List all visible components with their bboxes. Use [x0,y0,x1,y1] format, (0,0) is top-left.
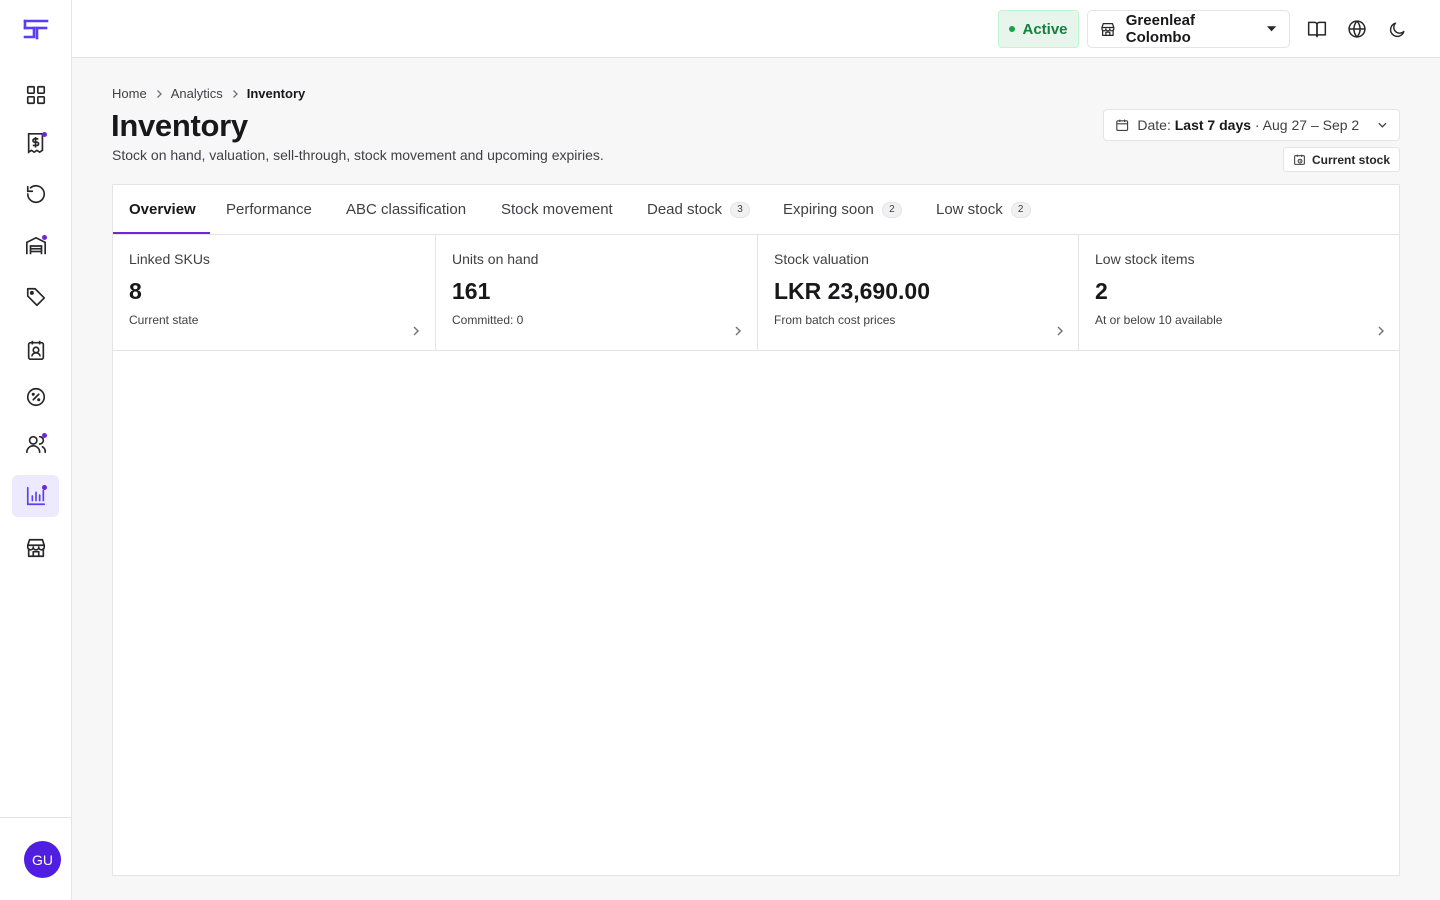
sidebar: GU [0,0,72,900]
sidebar-item-inventory[interactable] [12,225,59,267]
sidebar-item-sales[interactable] [12,122,59,164]
tab-dead-stock[interactable]: Dead stock 3 [647,185,751,234]
date-range-dates: · Aug 27 – Sep 2 [1254,117,1360,133]
sidebar-item-dashboard[interactable] [12,74,59,116]
store-icon [26,538,45,558]
sidebar-item-customers[interactable] [12,423,59,465]
store-selector[interactable]: Greenleaf Colombo [1087,10,1290,48]
theme-toggle[interactable] [1385,17,1409,41]
tab-count-badge: 2 [881,201,902,218]
contact-icon [27,340,44,360]
date-range-picker[interactable]: Date: Last 7 days · Aug 27 – Sep 2 [1103,109,1400,141]
status-badge: Active [998,10,1079,48]
tab-abc-classification[interactable]: ABC classification [346,185,466,234]
calendar-icon [1116,119,1129,131]
badge-percent-icon [26,387,45,407]
topbar: Active Greenleaf Colombo [72,0,1440,58]
kpi-card-linked-skus[interactable]: Linked SKUs 8 Current state [113,235,435,350]
tab-expiring-soon[interactable]: Expiring soon 2 [783,185,902,234]
grid-icon [26,85,45,105]
kpi-value: 2 [1095,278,1108,304]
avatar-initials: GU [32,851,53,868]
sidebar-item-stores[interactable] [12,527,59,569]
tag-icon [26,287,45,307]
kpi-card-units-on-hand[interactable]: Units on hand 161 Committed: 0 [435,235,757,350]
logo-icon [23,19,48,39]
notification-dot [42,132,47,137]
tab-label: Low stock [936,201,1003,218]
store-icon [1101,22,1115,36]
active-tab-indicator [113,232,210,234]
docs-button[interactable] [1305,17,1329,41]
status-label: Active [1022,20,1068,38]
kpi-label: Low stock items [1095,251,1195,267]
book-open-icon [1307,21,1327,38]
globe-icon [1348,20,1366,39]
analytics-panel: Overview Performance ABC classification … [112,184,1400,876]
tab-overview[interactable]: Overview [129,185,196,234]
chevron-right-icon [232,89,238,98]
chevron-down-icon [1378,122,1387,128]
tab-count-badge: 2 [1010,201,1031,218]
language-button[interactable] [1345,17,1369,41]
kpi-value: 8 [129,278,142,304]
chevron-right-icon [1057,326,1063,336]
breadcrumb-analytics[interactable]: Analytics [171,86,223,101]
chevron-right-icon [735,326,741,336]
kpi-card-low-stock-items[interactable]: Low stock items 2 At or below 10 availab… [1078,235,1400,350]
calendar-clock-icon [1294,154,1305,165]
kpi-row: Linked SKUs 8 Current state Units on han… [113,235,1399,351]
chevron-right-icon [1378,326,1384,336]
moon-icon [1389,21,1405,37]
sidebar-item-returns[interactable] [12,173,59,215]
page-subtitle: Stock on hand, valuation, sell-through, … [112,147,604,163]
chevron-right-icon [156,89,162,98]
app-logo[interactable] [0,0,71,57]
date-range-label: Last 7 days [1174,117,1252,133]
kpi-subtext: Committed: 0 [452,313,524,327]
kpi-label: Linked SKUs [129,251,210,267]
current-stock-button[interactable]: Current stock [1283,147,1400,172]
page-title: Inventory [111,108,248,143]
tab-label: Stock movement [501,201,613,218]
sidebar-item-products[interactable] [12,276,59,318]
status-dot [1009,26,1016,32]
sidebar-item-discounts[interactable] [12,376,59,418]
notification-dot [42,433,47,438]
kpi-value: LKR 23,690.00 [774,278,930,304]
tab-count-badge: 3 [730,201,751,218]
rotate-ccw-icon [26,185,45,204]
tab-bar: Overview Performance ABC classification … [113,185,1399,235]
tab-label: ABC classification [346,201,467,218]
sidebar-divider [0,817,71,818]
kpi-subtext: From batch cost prices [774,313,896,327]
breadcrumb: Home Analytics Inventory [112,86,305,101]
current-stock-label: Current stock [1311,152,1391,167]
breadcrumb-home[interactable]: Home [112,86,147,101]
tab-performance[interactable]: Performance [226,185,312,234]
tab-label: Expiring soon [783,201,874,218]
breadcrumb-current: Inventory [246,86,306,101]
kpi-subtext: At or below 10 available [1095,313,1223,327]
kpi-label: Units on hand [452,251,539,267]
kpi-card-stock-valuation[interactable]: Stock valuation LKR 23,690.00 From batch… [757,235,1079,350]
sidebar-item-analytics[interactable] [12,475,59,517]
sidebar-item-contacts[interactable] [12,329,59,371]
chevron-right-icon [413,326,419,336]
kpi-value: 161 [452,278,491,304]
tab-label: Performance [226,201,312,218]
kpi-label: Stock valuation [774,251,869,267]
caret-down-icon [1266,26,1277,32]
avatar[interactable]: GU [24,841,61,878]
date-prefix: Date: [1137,117,1171,133]
tab-stock-movement[interactable]: Stock movement [501,185,613,234]
tab-label: Dead stock [647,201,723,218]
notification-dot [42,235,47,240]
tab-label: Overview [129,201,196,218]
tab-low-stock[interactable]: Low stock 2 [936,185,1031,234]
kpi-subtext: Current state [129,313,199,327]
notification-dot [42,485,47,490]
store-name: Greenleaf Colombo [1125,12,1195,46]
